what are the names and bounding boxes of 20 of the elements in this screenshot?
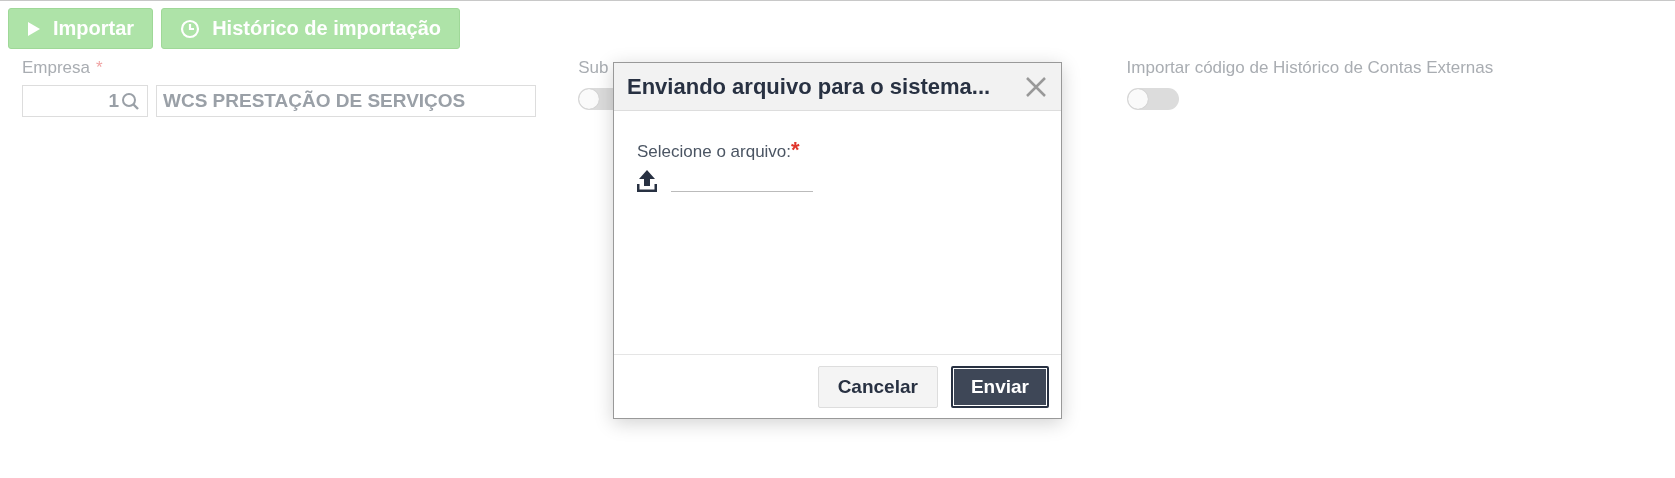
history-button[interactable]: Histórico de importação [161, 8, 461, 49]
search-icon [121, 92, 139, 110]
company-field[interactable]: WCS PRESTAÇÃO DE SERVIÇOS [156, 85, 536, 117]
clock-icon [180, 18, 201, 39]
required-mark: * [96, 58, 103, 77]
toggle-label: Importar código de Histórico de Contas Externas [1126, 58, 1495, 79]
required-mark: * [791, 137, 800, 162]
dialog-title: Enviando arquivo para o sistema... [627, 73, 991, 100]
code-field[interactable]: 1 [22, 85, 148, 117]
close-button[interactable] [1025, 75, 1047, 98]
toggle-label: Sub [578, 58, 610, 79]
toggle-switch[interactable] [1126, 88, 1179, 110]
field-label: Empresa * [22, 58, 104, 79]
close-icon [1025, 75, 1047, 98]
import-button[interactable]: Importar [8, 8, 154, 49]
send-button[interactable]: Enviar [950, 365, 1049, 408]
play-icon [27, 20, 41, 37]
cancel-button[interactable]: Cancelar [817, 365, 938, 408]
field-label: Selecione o arquivo:* [637, 137, 801, 163]
upload-icon [637, 170, 657, 192]
